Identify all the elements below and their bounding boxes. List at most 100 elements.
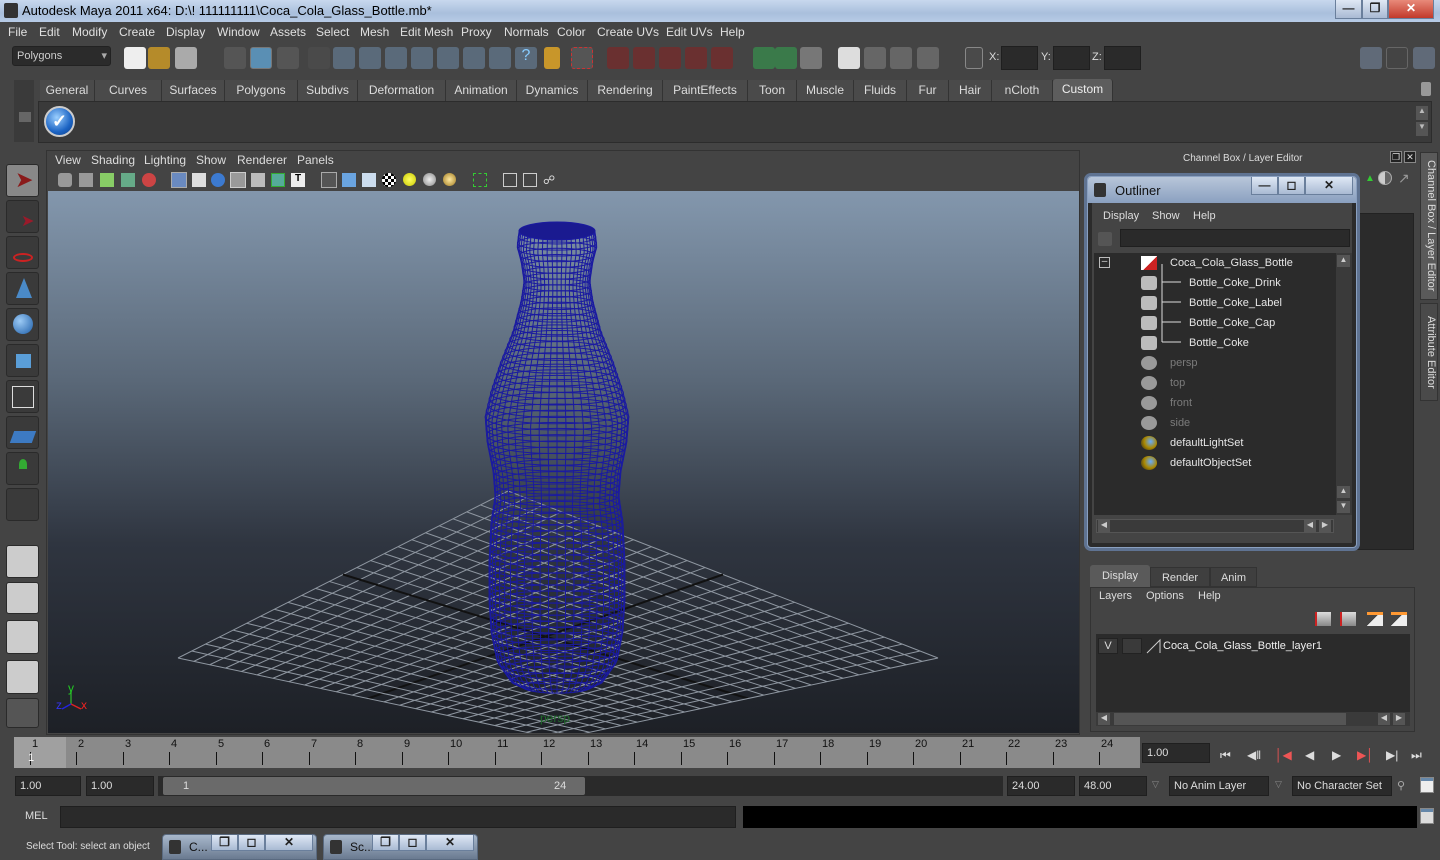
select-joints-icon[interactable] bbox=[359, 47, 381, 69]
command-input[interactable] bbox=[60, 806, 736, 828]
layer-tab-render[interactable]: Render bbox=[1150, 567, 1210, 587]
menu-display[interactable]: Display bbox=[166, 25, 205, 39]
lock-selection-icon[interactable] bbox=[544, 47, 560, 69]
shelf-menu-handle[interactable] bbox=[14, 80, 34, 142]
layer-menu-layers[interactable]: Layers bbox=[1099, 590, 1132, 602]
select-tool-icon[interactable]: ➤ bbox=[6, 164, 39, 197]
soft-modification-icon[interactable] bbox=[6, 416, 39, 449]
default-lighting-icon[interactable] bbox=[403, 173, 416, 186]
play-forwards-icon[interactable]: ▶ bbox=[1332, 748, 1341, 762]
outliner-item[interactable]: defaultLightSet bbox=[1170, 437, 1243, 449]
scrollbar-thumb[interactable] bbox=[1114, 713, 1346, 725]
shelf-tab-toon[interactable]: Toon bbox=[748, 80, 797, 101]
layer-tab-display[interactable]: Display bbox=[1090, 565, 1150, 587]
shelf-tab-painteffects[interactable]: PaintEffects bbox=[663, 80, 748, 101]
shelf-tab-general[interactable]: General bbox=[40, 80, 95, 101]
character-set-dropdown-icon[interactable]: ▽ bbox=[1275, 779, 1282, 790]
make-live-icon[interactable] bbox=[711, 47, 733, 69]
select-dynamics-icon[interactable] bbox=[463, 47, 485, 69]
safe-title-icon[interactable]: T bbox=[291, 173, 305, 187]
input-ops-icon[interactable] bbox=[753, 47, 775, 69]
menu-color[interactable]: Color bbox=[557, 25, 586, 39]
universal-manipulator-icon[interactable] bbox=[6, 380, 39, 413]
highlight-selection-icon[interactable] bbox=[571, 47, 593, 69]
select-by-component-icon[interactable] bbox=[277, 47, 299, 69]
outliner-filter-input[interactable] bbox=[1120, 229, 1350, 247]
restore-button[interactable]: ❐ bbox=[1362, 0, 1388, 19]
menu-normals[interactable]: Normals bbox=[504, 25, 549, 39]
show-tool-settings-icon[interactable] bbox=[1386, 47, 1408, 69]
minimize-button[interactable]: — bbox=[1335, 0, 1362, 19]
x-input[interactable] bbox=[1001, 46, 1038, 70]
auto-key-icon[interactable]: ⚲ bbox=[1397, 779, 1405, 792]
shelf-tab-curves[interactable]: Curves bbox=[95, 80, 162, 101]
command-language-toggle[interactable]: MEL bbox=[25, 810, 48, 822]
new-scene-icon[interactable] bbox=[124, 47, 146, 69]
save-scene-icon[interactable] bbox=[175, 47, 197, 69]
shelf-tab-fur[interactable]: Fur bbox=[907, 80, 949, 101]
scale-tool-icon[interactable] bbox=[6, 344, 39, 377]
menu-mesh[interactable]: Mesh bbox=[360, 25, 389, 39]
scroll-right-icon[interactable]: ▶ bbox=[1393, 713, 1405, 725]
shelf-scroll-down-icon[interactable]: ▼ bbox=[1416, 122, 1428, 136]
menu-create-uvs[interactable]: Create UVs bbox=[597, 25, 659, 39]
create-empty-layer-icon[interactable] bbox=[1367, 612, 1383, 626]
menu-window[interactable]: Window bbox=[217, 25, 260, 39]
anim-layer-dropdown[interactable]: No Anim Layer bbox=[1169, 776, 1269, 796]
shelf-tab-dynamics[interactable]: Dynamics bbox=[517, 80, 588, 101]
select-handles-icon[interactable] bbox=[333, 47, 355, 69]
shelf-tab-ncloth[interactable]: nCloth bbox=[992, 80, 1053, 101]
high-quality-icon[interactable] bbox=[443, 173, 456, 186]
open-scene-icon[interactable] bbox=[148, 47, 170, 69]
outliner-item[interactable]: Bottle_Coke_Cap bbox=[1189, 317, 1275, 329]
end-time-field[interactable]: 48.00 bbox=[1079, 776, 1147, 796]
menu-help[interactable]: Help bbox=[720, 25, 745, 39]
range-slider-handle[interactable]: 1 24 bbox=[163, 777, 585, 795]
gate-mask-icon[interactable] bbox=[230, 172, 246, 188]
perspective-viewport[interactable]: y x z persp bbox=[48, 191, 1079, 733]
textured-icon[interactable] bbox=[382, 173, 396, 187]
scroll-left-icon[interactable]: ◀ bbox=[1378, 713, 1390, 725]
checkmark-shelf-icon[interactable]: ✓ bbox=[44, 106, 75, 137]
shelf-scroll-up-icon[interactable]: ▲ bbox=[1416, 106, 1428, 120]
shelf-tab-muscle[interactable]: Muscle bbox=[797, 80, 854, 101]
outliner-hscrollbar[interactable]: ◀ ◀ ▶ bbox=[1096, 519, 1334, 533]
move-tool-icon[interactable] bbox=[6, 272, 39, 305]
menu-set-dropdown[interactable]: Polygons ▾ bbox=[12, 46, 111, 66]
lasso-tool-icon[interactable]: ➤ bbox=[6, 200, 39, 233]
playback-start-field[interactable]: 1.00 bbox=[86, 776, 154, 796]
go-to-start-icon[interactable]: ⏮ bbox=[1220, 748, 1231, 763]
wireframe-on-shaded-icon[interactable] bbox=[362, 173, 376, 187]
render-view-icon[interactable] bbox=[838, 47, 860, 69]
anim-layer-dropdown-icon[interactable]: ▽ bbox=[1152, 779, 1159, 790]
menu-modify[interactable]: Modify bbox=[72, 25, 107, 39]
viewport-menu-shading[interactable]: Shading bbox=[91, 153, 135, 167]
safe-action-icon[interactable] bbox=[271, 173, 285, 187]
layer-menu-options[interactable]: Options bbox=[1146, 590, 1184, 602]
go-to-end-icon[interactable]: ⏭ bbox=[1411, 748, 1422, 763]
image-plane-icon[interactable] bbox=[121, 173, 135, 187]
scroll-right-icon[interactable]: ▶ bbox=[1319, 520, 1331, 532]
scroll-up-icon[interactable]: ▲ bbox=[1337, 486, 1350, 498]
bookmarks-icon[interactable] bbox=[100, 173, 114, 187]
channel-speed-icon[interactable] bbox=[1378, 171, 1392, 185]
outliner-item[interactable]: persp bbox=[1170, 357, 1198, 369]
show-manipulator-icon[interactable] bbox=[6, 452, 39, 485]
close-button[interactable]: ✕ bbox=[265, 835, 313, 851]
outliner-item[interactable]: front bbox=[1170, 397, 1192, 409]
shelf-tab-surfaces[interactable]: Surfaces bbox=[162, 80, 225, 101]
menu-edit-uvs[interactable]: Edit UVs bbox=[666, 25, 713, 39]
viewport-menu-panels[interactable]: Panels bbox=[297, 153, 334, 167]
viewport-menu-show[interactable]: Show bbox=[196, 153, 226, 167]
outliner-filter-icon[interactable] bbox=[1098, 232, 1112, 246]
transform-mode-icon[interactable] bbox=[965, 47, 983, 69]
play-backwards-icon[interactable]: ◀ bbox=[1305, 748, 1314, 762]
animation-preferences-icon[interactable] bbox=[1420, 777, 1434, 793]
outliner-menu-help[interactable]: Help bbox=[1193, 210, 1216, 222]
delete-shelf-item-icon[interactable] bbox=[1421, 82, 1431, 96]
show-attribute-editor-icon[interactable] bbox=[1360, 47, 1382, 69]
four-view-layout-icon[interactable] bbox=[6, 582, 39, 614]
select-surfaces-icon[interactable] bbox=[411, 47, 433, 69]
close-button[interactable]: ✕ bbox=[426, 835, 474, 851]
last-tool-used-slot[interactable] bbox=[6, 488, 39, 521]
